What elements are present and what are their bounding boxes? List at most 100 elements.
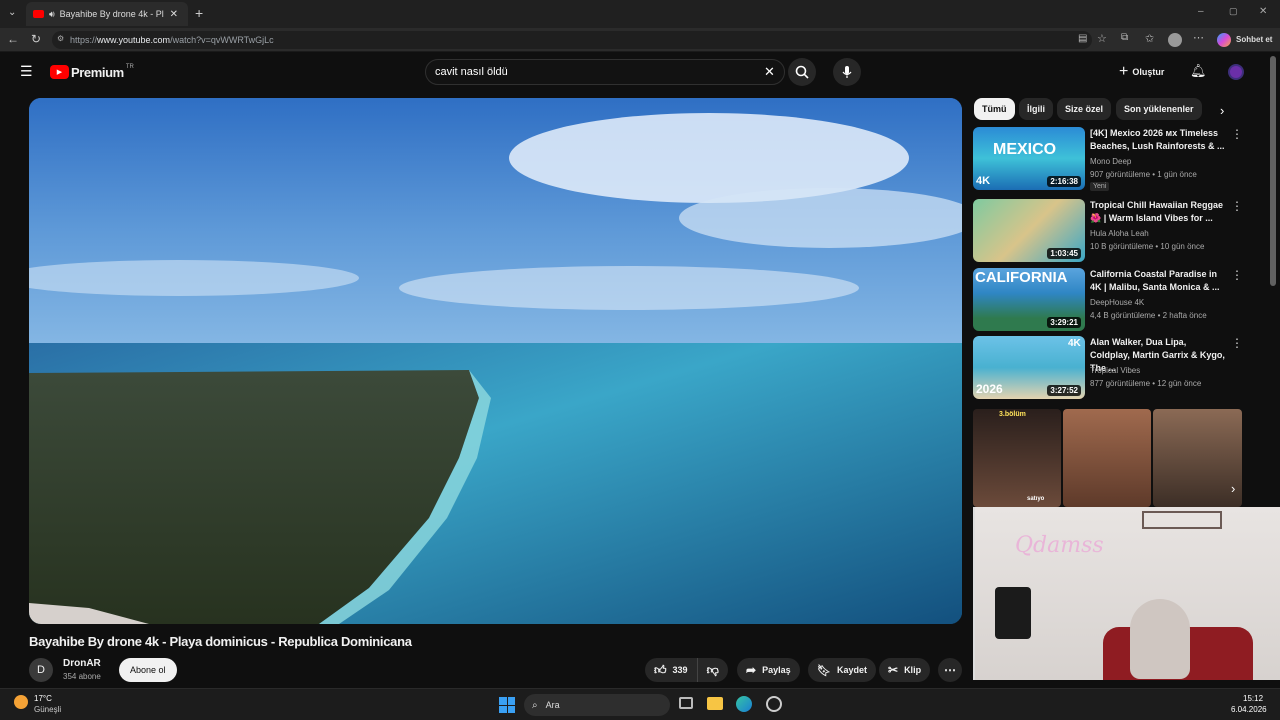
browser-tab[interactable]: 🔊︎ Bayahibe By drone 4k - Playa ✕: [26, 2, 188, 26]
video-duration: 3:27:52: [1047, 385, 1081, 396]
weather-icon[interactable]: [14, 695, 28, 709]
scissors-icon: ✂: [888, 663, 899, 677]
create-button[interactable]: + Oluştur: [1113, 58, 1170, 86]
taskbar-search[interactable]: ⌕ Ara: [524, 694, 670, 716]
short-thumbnail[interactable]: [1153, 409, 1242, 507]
video-thumbnail[interactable]: CALIFORNIA 3:29:21: [973, 268, 1085, 331]
search-button[interactable]: [788, 58, 816, 86]
voice-search-button[interactable]: [833, 58, 861, 86]
video-player[interactable]: [29, 98, 962, 624]
short-thumbnail[interactable]: 3.bölüm satıyo: [973, 409, 1061, 507]
start-button[interactable]: [499, 697, 515, 713]
share-label: Paylaş: [762, 665, 791, 675]
back-icon[interactable]: ←: [7, 32, 19, 46]
streamer: [1130, 599, 1190, 679]
reader-icon[interactable]: ▤: [1078, 33, 1087, 44]
reload-icon[interactable]: ↻: [31, 32, 41, 46]
recommendation-meta: 877 görüntüleme • 12 gün önce: [1090, 379, 1202, 388]
chips-next-icon[interactable]: ›: [1220, 103, 1224, 118]
youtube-header: ☰ ▶ Premium TR cavit nasıl öldü ✕ + Oluş…: [0, 52, 1268, 92]
tab-close-icon[interactable]: ✕: [170, 9, 178, 20]
microphone-icon: [842, 66, 852, 78]
edge-browser-icon[interactable]: [736, 696, 752, 712]
recommendation-title[interactable]: Tropical Chill Hawaiian Reggae 🌺 | Warm …: [1090, 199, 1225, 225]
clear-search-icon[interactable]: ✕: [764, 64, 775, 80]
audio-icon[interactable]: 🔊︎: [49, 9, 55, 20]
recommendation-title[interactable]: [4K] Mexico 2026 ᴍx Timeless Beaches, Lu…: [1090, 127, 1225, 153]
recommendation-channel[interactable]: Tropical Vibes: [1090, 366, 1140, 375]
profile-avatar[interactable]: [1168, 33, 1182, 47]
clock-time[interactable]: 15:12: [1243, 694, 1263, 703]
subscribe-button[interactable]: Abone ol: [119, 658, 177, 682]
recommendation-item[interactable]: MEXICO 4K 2:16:38 [4K] Mexico 2026 ᴍx Ti…: [973, 127, 1268, 191]
more-menu-icon[interactable]: ⋯: [1193, 31, 1204, 44]
recommendation-channel[interactable]: Mono Deep: [1090, 157, 1131, 166]
recommendation-item[interactable]: CALIFORNIA 3:29:21 California Coastal Pa…: [973, 268, 1268, 332]
clip-button[interactable]: ✂ Klip: [879, 658, 931, 682]
video-thumbnail[interactable]: MEXICO 4K 2:16:38: [973, 127, 1085, 190]
more-vertical-icon[interactable]: ⋮: [1231, 268, 1243, 282]
recommendation-meta: 907 görüntüleme • 1 gün önce: [1090, 170, 1197, 179]
youtube-logo[interactable]: ▶ Premium TR: [50, 64, 134, 80]
bookmark-icon: 🔖︎: [817, 664, 831, 677]
chip-all[interactable]: Tümü: [974, 98, 1015, 120]
like-button[interactable]: 👍︎ 339: [645, 658, 698, 682]
browser-address-bar: ← ↻ ⚙ https://www.youtube.com/watch?v=qv…: [0, 28, 1280, 52]
thumbnail-corner: 4K: [1068, 338, 1081, 349]
account-avatar[interactable]: [1228, 64, 1244, 80]
favorite-star-icon[interactable]: ☆: [1097, 32, 1107, 45]
page-scrollbar[interactable]: [1270, 56, 1276, 286]
url-field[interactable]: ⚙ https://www.youtube.com/watch?v=qvWWRT…: [52, 31, 1092, 49]
channel-avatar[interactable]: D: [29, 658, 53, 682]
recommendation-title[interactable]: California Coastal Paradise in 4K | Mali…: [1090, 268, 1225, 294]
steam-app-icon[interactable]: [766, 696, 782, 712]
short-thumbnail[interactable]: [1063, 409, 1151, 507]
chip-label: Tümü: [982, 104, 1007, 114]
new-tab-icon[interactable]: +: [195, 5, 203, 21]
more-actions-button[interactable]: ⋯: [938, 658, 962, 682]
recommendation-channel[interactable]: DeepHouse 4K: [1090, 298, 1144, 307]
task-view-icon[interactable]: [679, 697, 693, 709]
chip-for-you[interactable]: Size özel: [1057, 98, 1112, 120]
favorites-icon[interactable]: ✩: [1145, 32, 1154, 45]
search-value: cavit nasıl öldü: [435, 66, 508, 78]
channel-name[interactable]: DronAR: [63, 658, 101, 669]
video-duration: 3:29:21: [1047, 317, 1081, 328]
recommendation-item[interactable]: 2026 4K 3:27:52 Alan Walker, Dua Lipa, C…: [973, 336, 1268, 400]
video-duration: 2:16:38: [1047, 176, 1081, 187]
recommendation-item[interactable]: 1:03:45 Tropical Chill Hawaiian Reggae 🌺…: [973, 199, 1268, 263]
chip-related[interactable]: İlgili: [1019, 98, 1053, 120]
video-thumbnail[interactable]: 1:03:45: [973, 199, 1085, 262]
chip-label: Son yüklenenler: [1124, 104, 1194, 114]
tab-list-icon[interactable]: ⌄: [8, 7, 16, 18]
file-explorer-icon[interactable]: [707, 697, 723, 710]
more-vertical-icon[interactable]: ⋮: [1231, 336, 1243, 350]
copilot-icon[interactable]: [1217, 33, 1231, 47]
new-badge: Yeni: [1090, 182, 1110, 191]
notifications-bell-icon[interactable]: 🔔︎: [1190, 63, 1207, 79]
more-vertical-icon[interactable]: ⋮: [1231, 127, 1243, 141]
dislike-button[interactable]: 👎︎: [698, 658, 728, 682]
thumbnail-corner: 4K: [976, 175, 991, 187]
site-info-icon[interactable]: ⚙: [57, 34, 64, 43]
share-button[interactable]: ➦ Paylaş: [737, 658, 800, 682]
save-button[interactable]: 🔖︎ Kaydet: [808, 658, 876, 682]
search-input[interactable]: cavit nasıl öldü ✕: [425, 59, 785, 85]
video-thumbnail[interactable]: 2026 4K 3:27:52: [973, 336, 1085, 399]
url-host: www.youtube.com: [97, 35, 171, 45]
recommendation-channel[interactable]: Hula Aloha Leah: [1090, 229, 1149, 238]
wall-shelf: [1142, 511, 1222, 529]
copilot-label[interactable]: Sohbet et: [1236, 35, 1272, 44]
chip-recent[interactable]: Son yüklenenler: [1116, 98, 1202, 120]
weather-temp[interactable]: 17°C: [34, 694, 52, 703]
close-window-icon[interactable]: ✕: [1259, 6, 1267, 17]
search-icon: ⌕: [532, 699, 538, 711]
clock-date: 6.04.2026: [1231, 705, 1267, 714]
shelf-next-icon[interactable]: ›: [1231, 481, 1235, 496]
extensions-icon[interactable]: ⧉: [1121, 32, 1128, 43]
figurine: [995, 587, 1031, 639]
more-vertical-icon[interactable]: ⋮: [1231, 199, 1243, 213]
menu-icon[interactable]: ☰: [20, 63, 33, 80]
maximize-icon[interactable]: ▢: [1229, 6, 1238, 17]
minimize-icon[interactable]: –: [1198, 6, 1204, 17]
